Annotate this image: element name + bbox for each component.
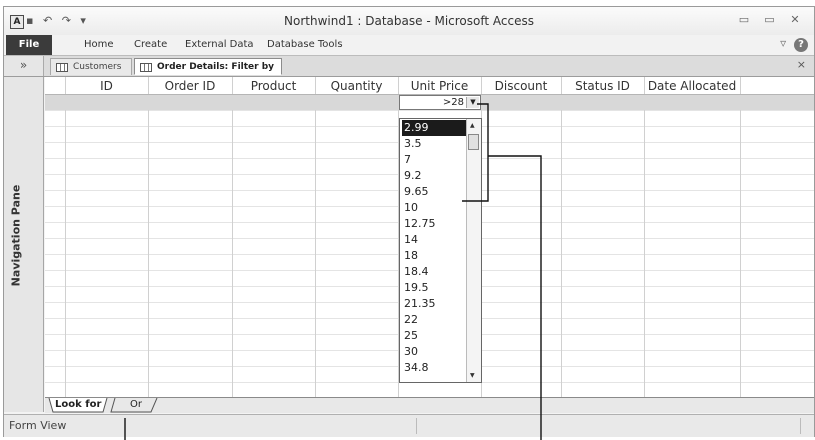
list-item[interactable]: 21.35: [402, 296, 466, 312]
tab-home[interactable]: Home: [84, 39, 114, 50]
help-icon[interactable]: ?: [794, 38, 808, 52]
table-icon: [140, 63, 152, 72]
close-window-button[interactable]: ✕: [784, 13, 806, 26]
list-item[interactable]: 18: [402, 248, 466, 264]
column-header-id[interactable]: ID: [65, 77, 148, 95]
minimize-ribbon-icon[interactable]: ▿: [780, 36, 786, 50]
doc-tab-customers[interactable]: Customers: [50, 58, 132, 75]
list-item[interactable]: 18.4: [402, 264, 466, 280]
tab-create[interactable]: Create: [134, 39, 167, 50]
navigation-pane-label: Navigation Pane: [9, 184, 23, 287]
dropdown-arrow-icon[interactable]: ▼: [466, 97, 479, 108]
list-item[interactable]: 34.8: [402, 360, 466, 376]
doc-tab-label: Customers: [73, 62, 122, 72]
column-header-unit-price[interactable]: Unit Price: [398, 77, 481, 95]
list-item[interactable]: 2.99: [402, 120, 466, 136]
list-item[interactable]: 12.75: [402, 216, 466, 232]
list-item[interactable]: 19.5: [402, 280, 466, 296]
unit-price-filter-value: >28: [442, 97, 464, 108]
column-header-discount[interactable]: Discount: [481, 77, 561, 95]
list-item[interactable]: 7: [402, 152, 466, 168]
nav-pane-toggle-button[interactable]: »: [4, 56, 44, 76]
column-header-product[interactable]: Product: [232, 77, 315, 95]
list-item[interactable]: 14: [402, 232, 466, 248]
tab-look-for[interactable]: Look for: [55, 398, 103, 412]
scroll-down-arrow-icon[interactable]: ▼: [470, 372, 475, 379]
list-item[interactable]: 30: [402, 344, 466, 360]
restore-button[interactable]: ▭: [759, 13, 781, 26]
column-header-status-id[interactable]: Status ID: [561, 77, 644, 95]
application-window: A ▪ ↶ ↷ ▾ Northwind1 : Database - Micros…: [3, 6, 815, 437]
tab-file[interactable]: File: [6, 35, 52, 55]
list-item[interactable]: 3.5: [402, 136, 466, 152]
navigation-pane[interactable]: Navigation Pane: [4, 77, 44, 412]
access-app: A ▪ ↶ ↷ ▾ Northwind1 : Database - Micros…: [0, 0, 815, 440]
tab-or[interactable]: Or: [119, 398, 153, 412]
ribbon-tab-bar: File Home Create External Data Database …: [4, 35, 814, 56]
window-controls: ▭ ▭ ✕: [733, 13, 806, 26]
tab-external-data[interactable]: External Data: [185, 39, 254, 50]
column-header-order-id[interactable]: Order ID: [148, 77, 232, 95]
filter-by-form-grid: ID Order ID Product Quantity Unit Price …: [45, 77, 814, 397]
ribbon-right-controls: ▿ ?: [780, 36, 808, 52]
column-header-quantity[interactable]: Quantity: [315, 77, 398, 95]
minimize-button[interactable]: ▭: [733, 13, 755, 26]
table-icon: [56, 63, 68, 72]
list-item[interactable]: 22: [402, 312, 466, 328]
tab-database-tools[interactable]: Database Tools: [267, 39, 343, 50]
column-headers: ID Order ID Product Quantity Unit Price …: [45, 77, 814, 95]
list-item[interactable]: 9.2: [402, 168, 466, 184]
scroll-thumb[interactable]: [468, 134, 479, 150]
status-bar-dividers: [416, 418, 801, 434]
close-document-button[interactable]: ×: [797, 58, 806, 71]
scroll-up-arrow-icon[interactable]: ▲: [470, 122, 475, 129]
doc-tab-order-details-filter[interactable]: Order Details: Filter by Form: [134, 58, 282, 89]
filter-sheet-tabs: Look for Or: [45, 397, 814, 413]
list-item[interactable]: 9.65: [402, 184, 466, 200]
list-item[interactable]: 25: [402, 328, 466, 344]
list-scrollbar[interactable]: ▲ ▼: [466, 119, 481, 382]
unit-price-filter-cell[interactable]: >28 ▼: [399, 95, 481, 110]
list-item[interactable]: 10: [402, 200, 466, 216]
document-tabs-strip: » Customers Order Details: Filter by For…: [4, 56, 814, 89]
window-title: Northwind1 : Database - Microsoft Access: [284, 14, 534, 28]
status-bar: Form View: [4, 414, 814, 437]
unit-price-value-list[interactable]: 2.99 3.5 7 9.2 9.65 10 12.75 14 18 18.4 …: [399, 118, 482, 383]
title-bar: A ▪ ↶ ↷ ▾ Northwind1 : Database - Micros…: [4, 7, 814, 35]
column-header-date-allocated[interactable]: Date Allocated: [644, 77, 740, 95]
sheet-tab-outlines: [48, 398, 158, 413]
